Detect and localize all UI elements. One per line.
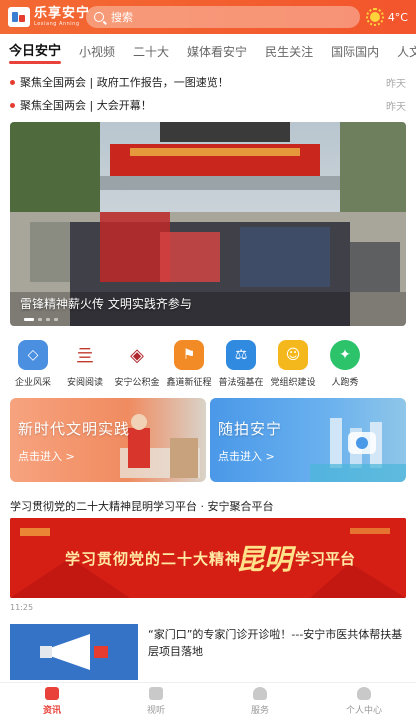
banner-caption: 雷锋精神薪火传 文明实践齐参与: [20, 297, 192, 311]
shortcut-reading[interactable]: 亖 安阅阅读: [59, 340, 111, 390]
service-icon: [253, 687, 267, 700]
card-photo-anning[interactable]: 随拍安宁 点击进入 >: [210, 398, 406, 482]
tab-profile[interactable]: 个人中心: [312, 683, 416, 720]
article-title: “家门口”的专家门诊开诊啦！---安宁市医共体帮扶基层项目落地: [148, 628, 403, 658]
shortcut-enterprise[interactable]: ◇ 企业风采: [7, 340, 59, 390]
section-title: 学习贯彻党的二十大精神昆明学习平台 · 安宁聚合平台: [10, 500, 274, 513]
logo-subtitle: Lexiang Anning: [34, 21, 80, 27]
article-item[interactable]: “家门口”的专家门诊开诊啦！---安宁市医共体帮扶基层项目落地: [10, 624, 406, 680]
timestamp: 11:25: [10, 603, 34, 612]
carousel-indicator: [24, 318, 58, 321]
hero-banner[interactable]: 雷锋精神薪火传 文明实践齐参与: [10, 122, 406, 326]
tab-today-anning[interactable]: 今日安宁: [0, 36, 70, 68]
category-tabs: 今日安宁 小视频 二十大 媒体看安宁 民生关注 国际国内 人文安: [0, 36, 416, 68]
headline-text: 聚焦全国两会 | 大会开幕！: [20, 99, 152, 112]
headline-item[interactable]: 聚焦全国两会 | 政府工作报告，一图速览！ 昨天: [0, 71, 416, 93]
reading-icon: 亖: [70, 340, 100, 370]
study-platform-banner[interactable]: 学习贯彻党的二十大精神 昆明 学习平台: [10, 518, 406, 598]
card-link: 点击进入 >: [218, 450, 275, 463]
card-title: 随拍安宁: [218, 420, 283, 438]
headline-time: 昨天: [386, 78, 406, 90]
shortcut-new-journey[interactable]: ⚑ 鑫道新征程: [163, 340, 215, 390]
promo-text-left: 学习贯彻党的二十大精神: [65, 550, 242, 568]
promo-text-right: 学习平台: [295, 550, 356, 568]
tab-media-view[interactable]: 媒体看安宁: [178, 36, 256, 68]
tab-20th-congress[interactable]: 二十大: [124, 36, 178, 68]
weather-temperature: 4°C: [387, 10, 408, 24]
card-photo-art: [310, 418, 406, 482]
bullet-dot-icon: [10, 79, 15, 85]
news-icon: [45, 687, 59, 700]
search-bar[interactable]: 搜索: [86, 6, 360, 28]
logo-icon: [8, 7, 30, 27]
shortcut-housing-fund[interactable]: ◈ 安宁公积金: [111, 340, 163, 390]
shortcut-runner[interactable]: ✦ 人跑秀: [319, 340, 371, 390]
app-logo[interactable]: 乐享安宁 Lexiang Anning: [8, 7, 90, 27]
shortcut-party[interactable]: ☺ 党组织建设: [267, 340, 319, 390]
shortcut-grid: ◇ 企业风采 亖 安阅阅读 ◈ 安宁公积金 ⚑ 鑫道新征程 ⚖ 普法强基在 ☺ …: [0, 340, 416, 390]
promo-text-kunming: 昆明: [236, 543, 293, 576]
enterprise-icon: ◇: [18, 340, 48, 370]
logo-title: 乐享安宁: [34, 6, 91, 21]
runner-icon: ✦: [330, 340, 360, 370]
search-icon: [94, 12, 104, 22]
search-placeholder: 搜索: [111, 11, 133, 24]
bottom-tab-bar: 资讯 视听 服务 个人中心: [0, 682, 416, 720]
card-civilization-art: [120, 414, 200, 478]
fund-icon: ◈: [122, 340, 152, 370]
tab-short-video[interactable]: 小视频: [70, 36, 124, 68]
tab-domestic-international[interactable]: 国际国内: [322, 36, 388, 68]
megaphone-icon: [10, 624, 138, 680]
card-title: 新时代文明实践: [18, 420, 131, 438]
tab-news[interactable]: 资讯: [0, 683, 104, 720]
party-icon: ☺: [278, 340, 308, 370]
app-header: 乐享安宁 Lexiang Anning 搜索 4°C: [0, 0, 416, 34]
headline-text: 聚焦全国两会 | 政府工作报告，一图速览！: [20, 76, 229, 89]
user-icon: [357, 687, 371, 700]
headline-item[interactable]: 聚焦全国两会 | 大会开幕！ 昨天: [0, 94, 416, 116]
shortcut-law[interactable]: ⚖ 普法强基在: [215, 340, 267, 390]
video-icon: [149, 687, 163, 700]
headline-time: 昨天: [386, 101, 406, 113]
scales-icon: ⚖: [226, 340, 256, 370]
tab-humanities[interactable]: 人文安: [388, 36, 416, 68]
tab-livelihood[interactable]: 民生关注: [256, 36, 322, 68]
tab-service[interactable]: 服务: [208, 683, 312, 720]
flag-icon: ⚑: [174, 340, 204, 370]
card-link: 点击进入 >: [18, 450, 75, 463]
article-thumbnail: [10, 624, 138, 680]
bullet-dot-icon: [10, 102, 15, 108]
weather-widget[interactable]: 4°C: [365, 8, 408, 26]
card-civilization-practice[interactable]: 新时代文明实践 点击进入 >: [10, 398, 206, 482]
sun-icon: [365, 8, 384, 26]
tab-video[interactable]: 视听: [104, 683, 208, 720]
